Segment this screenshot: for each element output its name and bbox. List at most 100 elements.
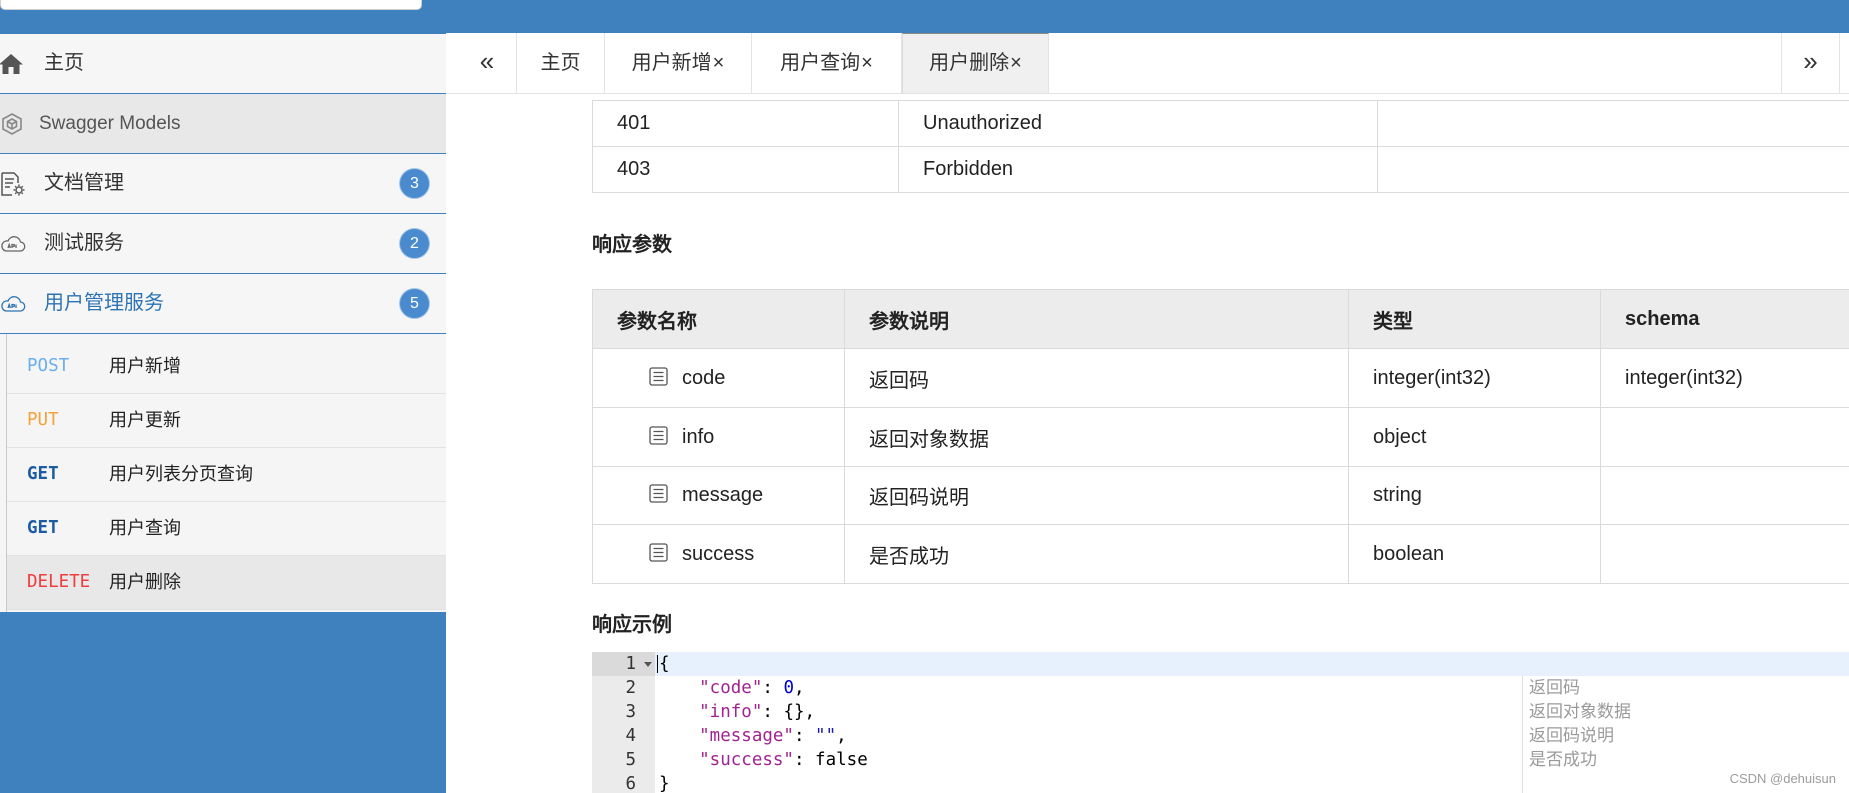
endpoint-list: POST 用户新增 PUT 用户更新 GET 用户列表分页查询 GET 用户查询… <box>0 334 446 612</box>
json-value: "" <box>815 726 837 746</box>
sidebar-item-user-management[interactable]: 用户管理服务 5 <box>0 274 446 333</box>
response-example-heading: 响应示例 <box>592 614 672 636</box>
code-comment: 返回码说明 <box>1529 726 1614 745</box>
endpoint-label: 用户列表分页查询 <box>109 464 253 484</box>
list-icon <box>649 542 668 562</box>
endpoint-item[interactable]: POST 用户新增 <box>7 340 446 394</box>
param-type-cell: boolean <box>1348 524 1601 584</box>
sidebar-item-doc-management[interactable]: 文档管理 3 <box>0 154 446 213</box>
status-schema-cell <box>1377 146 1849 193</box>
line-number: 4 <box>625 726 636 746</box>
tab-close-button[interactable]: × <box>861 52 873 74</box>
param-description-cell: 返回对象数据 <box>844 407 1349 467</box>
code-text: { <box>659 654 670 674</box>
param-name: info <box>682 425 715 448</box>
sidebar-item-label: 用户管理服务 <box>44 292 164 314</box>
endpoint-item[interactable]: DELETE 用户删除 <box>7 556 446 610</box>
param-schema-cell <box>1600 524 1849 584</box>
json-punct: , <box>804 702 816 722</box>
json-key: "code" <box>699 678 763 698</box>
status-code-cell: 403 <box>592 146 899 193</box>
param-description-cell: 是否成功 <box>844 524 1349 584</box>
param-name: code <box>682 366 726 389</box>
gutter-cell: 3 <box>592 700 655 724</box>
home-icon <box>0 52 24 76</box>
response-params-heading: 响应参数 <box>592 234 672 256</box>
endpoint-label: 用户查询 <box>109 518 181 538</box>
method-badge: GET <box>27 464 59 484</box>
column-header: schema <box>1600 289 1849 349</box>
tab-user-query[interactable]: 用户查询× <box>752 33 902 93</box>
param-schema-cell <box>1600 407 1849 467</box>
sidebar-item-swagger-models[interactable]: Swagger Models <box>0 94 446 153</box>
response-example-editor[interactable]: 1 { 2 "code": 0, 返回码 3 "info": {}, 返回对象数… <box>592 652 1849 793</box>
status-description-cell: Forbidden <box>898 146 1378 193</box>
table-row: success 是否成功 boolean <box>592 524 1849 584</box>
line-number: 1 <box>625 654 636 674</box>
search-input[interactable] <box>0 0 422 10</box>
param-name: success <box>682 542 755 565</box>
table-row: info 返回对象数据 object <box>592 407 1849 467</box>
list-icon <box>649 425 668 445</box>
api-cloud-icon <box>0 234 26 254</box>
sidebar-item-label: 文档管理 <box>44 172 124 194</box>
tab-home[interactable]: 主页 <box>517 33 605 93</box>
param-name-cell: code <box>592 348 845 408</box>
fold-arrow-icon[interactable] <box>644 662 652 667</box>
sidebar-item-label: 测试服务 <box>44 232 124 254</box>
code-line: 1 { <box>592 652 1849 676</box>
endpoint-item[interactable]: PUT 用户更新 <box>7 394 446 448</box>
status-schema-cell <box>1377 100 1849 147</box>
code-line: 5 "success": false 是否成功 <box>592 748 1849 772</box>
table-row: 403 Forbidden <box>592 146 1849 193</box>
line-number: 2 <box>625 678 636 698</box>
line-number: 3 <box>625 702 636 722</box>
param-type-cell: string <box>1348 466 1601 525</box>
sidebar-item-label: 主页 <box>44 52 84 74</box>
api-cloud-icon <box>0 294 26 314</box>
json-value: 0 <box>783 678 794 698</box>
param-schema-cell: integer(int32) <box>1600 348 1849 408</box>
code-text: "success": false <box>657 748 868 772</box>
status-code-table: 401 Unauthorized 403 Forbidden <box>592 100 1849 193</box>
json-key: "message" <box>699 726 794 746</box>
json-separator: : <box>793 726 816 746</box>
gutter-cell: 6 <box>592 772 655 793</box>
code-text: "info": {}, <box>657 700 815 724</box>
watermark: CSDN @dehuisun <box>1729 771 1836 786</box>
param-name-cell: message <box>592 466 845 525</box>
param-schema-cell <box>1600 466 1849 525</box>
sidebar-item-test-service[interactable]: 测试服务 2 <box>0 214 446 273</box>
param-description-cell: 返回码说明 <box>844 466 1349 525</box>
tab-close-button[interactable]: × <box>713 52 725 74</box>
tab-close-button[interactable]: × <box>1010 52 1022 74</box>
code-text: "message": "", <box>657 724 847 748</box>
endpoint-item[interactable]: GET 用户查询 <box>7 502 446 556</box>
json-separator: : <box>762 702 784 722</box>
json-value: false <box>815 750 868 770</box>
count-badge: 2 <box>400 229 429 258</box>
code-line: 2 "code": 0, 返回码 <box>592 676 1849 700</box>
sidebar-item-label: Swagger Models <box>39 113 181 134</box>
endpoint-label: 用户新增 <box>109 356 181 376</box>
list-icon <box>649 484 668 503</box>
code-comment: 返回对象数据 <box>1529 702 1631 721</box>
tab-label: 用户新增 <box>631 52 712 74</box>
swagger-models-icon <box>0 112 24 136</box>
top-header-bar <box>0 0 1849 33</box>
line-number: 6 <box>625 774 636 793</box>
tabs-scroll-right-button[interactable]: » <box>1781 33 1840 93</box>
code-line: 4 "message": "", 返回码说明 <box>592 724 1849 748</box>
sidebar: 主页 Swagger Models 文档管理 3 测试服务 2 用户管理服务 5… <box>0 33 446 793</box>
tab-user-add[interactable]: 用户新增× <box>605 33 752 93</box>
tabs-scroll-left-button[interactable]: « <box>458 33 517 93</box>
param-name-cell: info <box>592 407 845 467</box>
column-header: 参数名称 <box>592 289 845 349</box>
method-badge: DELETE <box>27 572 91 592</box>
code-text: } <box>659 774 670 793</box>
gutter-cell: 4 <box>592 724 655 748</box>
tab-user-delete[interactable]: 用户删除× <box>902 33 1049 93</box>
endpoint-item[interactable]: GET 用户列表分页查询 <box>7 448 446 502</box>
sidebar-item-home[interactable]: 主页 <box>0 34 446 93</box>
column-header: 参数说明 <box>844 289 1349 349</box>
